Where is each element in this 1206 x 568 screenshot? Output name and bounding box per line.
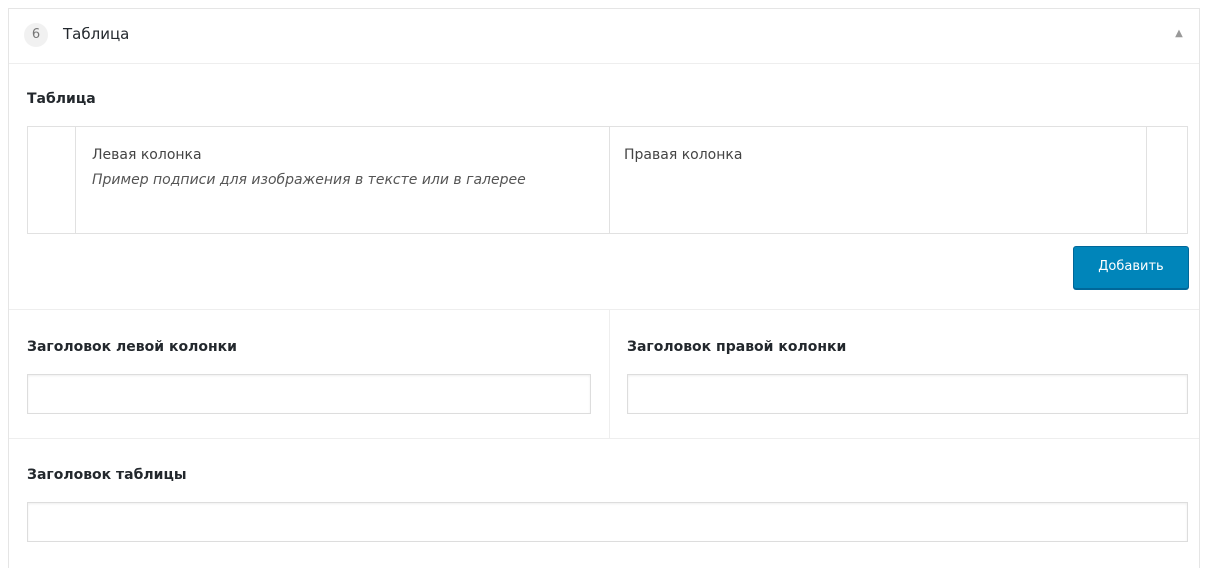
row-drag-handle[interactable] [28, 127, 76, 233]
layout-order-badge: 6 [24, 23, 48, 47]
divider [9, 309, 1199, 310]
table-field-label: Таблица [27, 91, 96, 107]
table-heading-label: Заголовок таблицы [27, 467, 187, 483]
right-heading-input[interactable] [627, 374, 1188, 414]
divider [9, 438, 1199, 439]
flexible-content-layout: 6 Таблица ▲ Таблица Левая колонка Пример… [8, 8, 1200, 568]
right-column-cell[interactable]: Правая колонка [610, 127, 1147, 233]
layout-title: Таблица [63, 25, 130, 43]
left-heading-label: Заголовок левой колонки [27, 339, 237, 355]
layout-header[interactable]: 6 Таблица ▲ [9, 9, 1199, 64]
collapse-icon[interactable]: ▲ [1171, 26, 1187, 42]
add-row-button[interactable]: Добавить [1073, 246, 1189, 289]
table-repeater-row: Левая колонка Пример подписи для изображ… [27, 126, 1188, 234]
table-heading-input[interactable] [27, 502, 1188, 542]
left-column-caption: Пример подписи для изображения в тексте … [92, 172, 526, 188]
right-column-text: Правая колонка [624, 147, 743, 163]
left-heading-input[interactable] [27, 374, 591, 414]
column-divider [609, 309, 610, 439]
left-column-text: Левая колонка [92, 147, 202, 163]
left-column-cell[interactable]: Левая колонка Пример подписи для изображ… [76, 127, 610, 233]
right-heading-label: Заголовок правой колонки [627, 339, 847, 355]
row-actions-handle[interactable] [1147, 127, 1187, 233]
